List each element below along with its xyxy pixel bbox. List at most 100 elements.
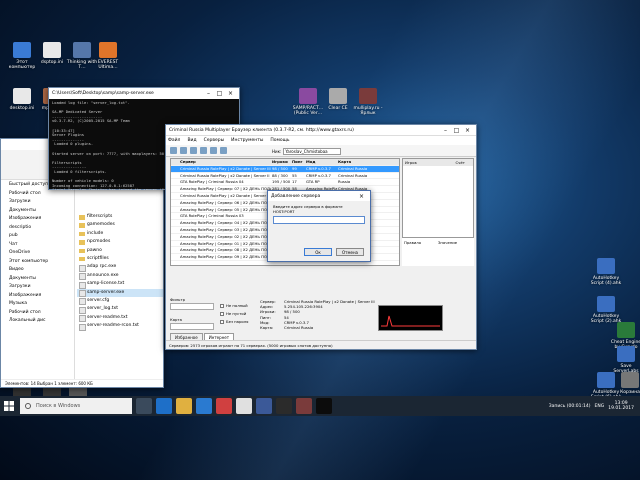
menu-item[interactable]: Вид xyxy=(187,138,196,143)
checkbox-box[interactable] xyxy=(220,303,224,308)
file-item[interactable]: scriptfiles xyxy=(77,255,163,263)
server-row[interactable]: Criminal Russia RolePlay | x2 Donate | S… xyxy=(171,173,399,180)
minimize-icon[interactable]: – xyxy=(203,90,214,97)
nickname-input[interactable]: Yaroslav_Chmistobaa xyxy=(283,147,342,155)
cancel-button[interactable]: Отмена xyxy=(336,248,364,256)
sidebar-item[interactable]: Рабочий стол xyxy=(3,309,72,318)
column-header[interactable]: Пинг xyxy=(291,159,305,165)
connect-icon[interactable] xyxy=(170,147,177,154)
filter-map-input[interactable] xyxy=(170,323,214,330)
column-header[interactable] xyxy=(171,159,179,165)
file-item[interactable]: pawno xyxy=(77,247,163,255)
sidebar-item[interactable]: Документы xyxy=(3,275,72,284)
yandex-icon[interactable] xyxy=(236,398,252,414)
column-header[interactable]: Мод xyxy=(305,159,337,165)
desktop-icon[interactable]: Корзина xyxy=(612,372,640,395)
server-row[interactable]: Criminal Russia RolePlay | x2 Donate | S… xyxy=(171,165,399,173)
explorer-icon[interactable] xyxy=(176,398,192,414)
vk-icon[interactable] xyxy=(256,398,272,414)
sidebar-item[interactable]: Локальный дис xyxy=(3,317,72,326)
server-address-input[interactable] xyxy=(273,216,365,224)
menu-bar[interactable]: Файл Вид Серверы Инструменты Помощь xyxy=(166,136,476,145)
sidebar-item[interactable]: OneDrive xyxy=(3,249,72,258)
rules-panel[interactable]: Правило Значение xyxy=(402,237,474,266)
desktop-icon[interactable]: Save ServerLabs xyxy=(608,346,640,374)
copy-icon[interactable] xyxy=(210,147,217,154)
start-button[interactable] xyxy=(0,396,18,416)
obs-icon[interactable] xyxy=(276,398,292,414)
server-row[interactable]: GTA RolePlay | Criminal Russia 04 195 / 5… xyxy=(171,179,399,187)
column-header[interactable]: Карта xyxy=(337,159,397,165)
taskbar-search[interactable]: Поиск в Windows xyxy=(20,398,132,414)
clock[interactable]: 13:09 19.01.2017 xyxy=(608,401,634,412)
store-icon[interactable] xyxy=(196,398,212,414)
sidebar-item[interactable]: Изображения xyxy=(3,215,72,224)
close-icon[interactable]: × xyxy=(225,90,236,97)
menu-item[interactable]: Файл xyxy=(168,138,180,143)
close-icon[interactable]: × xyxy=(462,127,473,134)
system-tray[interactable]: Запись (00:01:14) ENG 13:09 19.01.2017 xyxy=(549,401,640,412)
sidebar-item[interactable]: Загрузки xyxy=(3,283,72,292)
file-list[interactable]: filterscripts gamemodes include npcmodes paw… xyxy=(77,213,163,331)
file-item[interactable]: server-readme-rcon.txt xyxy=(77,322,163,331)
menu-item[interactable]: Инструменты xyxy=(231,138,263,143)
desktop-icon[interactable]: AutoHotkey Script (2).ahk xyxy=(588,296,624,324)
console-titlebar[interactable]: C:\Users\Soft\Desktop\samp\samp-server.e… xyxy=(49,88,239,99)
minimize-icon[interactable]: – xyxy=(440,127,451,134)
checkbox-box[interactable] xyxy=(220,319,224,324)
file-item[interactable]: gamemodes xyxy=(77,221,163,229)
language-indicator[interactable]: ENG xyxy=(595,404,605,409)
sidebar-item[interactable]: Изображения xyxy=(3,292,72,301)
file-item[interactable]: include xyxy=(77,230,163,238)
dialog-titlebar[interactable]: Добавление сервера × xyxy=(268,191,370,201)
samp-titlebar[interactable]: Criminal Russia Multiplayer Браузер клие… xyxy=(166,125,476,136)
edge-icon[interactable] xyxy=(156,398,172,414)
samp-icon[interactable] xyxy=(296,398,312,414)
sidebar-item[interactable]: Документы xyxy=(3,207,72,216)
sidebar-item[interactable]: Чат xyxy=(3,241,72,250)
desktop-icon[interactable]: EVEREST Ultima… xyxy=(90,42,126,70)
sidebar-item[interactable]: Видео xyxy=(3,266,72,275)
file-item[interactable]: announce.exe xyxy=(77,272,163,281)
checkbox-box[interactable] xyxy=(220,311,224,316)
server-cell xyxy=(171,234,179,240)
maximize-icon[interactable]: □ xyxy=(451,127,462,134)
filter-checkbox[interactable]: Не полный xyxy=(220,303,248,308)
file-item[interactable]: npcmodes xyxy=(77,238,163,246)
ok-button[interactable]: Ок xyxy=(304,248,332,256)
file-item[interactable]: server-readme.txt xyxy=(77,314,163,323)
file-item[interactable]: filterscripts xyxy=(77,213,163,221)
column-header[interactable]: Сервер xyxy=(179,159,271,165)
file-item[interactable]: server_log.txt xyxy=(77,305,163,315)
server-cell: GTA RP xyxy=(306,179,320,185)
file-item[interactable]: server.cfg xyxy=(77,297,163,306)
desktop-icon[interactable]: AutoHotkey Script (4).ahk xyxy=(588,258,624,286)
sidebar-item[interactable]: Этот компьютер xyxy=(3,258,72,267)
refresh-icon[interactable] xyxy=(200,147,207,154)
sidebar-item[interactable]: descriptio xyxy=(3,224,72,233)
file-item[interactable]: adap rpc.exe xyxy=(77,263,163,273)
file-item[interactable]: samp-server.exe xyxy=(77,288,163,298)
file-item[interactable]: samp-license.txt xyxy=(77,280,163,290)
maximize-icon[interactable]: □ xyxy=(214,90,225,97)
close-icon[interactable]: × xyxy=(356,193,367,200)
add-server-icon[interactable] xyxy=(180,147,187,154)
menu-item[interactable]: Серверы xyxy=(204,138,225,143)
filter-checkbox[interactable]: Без пароля xyxy=(220,319,248,324)
delete-server-icon[interactable] xyxy=(190,147,197,154)
add-server-dialog[interactable]: Добавление сервера × Введите адрес серве… xyxy=(267,190,371,262)
sidebar-item[interactable]: Загрузки xyxy=(3,198,72,207)
console-icon[interactable] xyxy=(316,398,332,414)
desktop-icon[interactable]: mulliplay.ru - Ярлык xyxy=(350,88,386,116)
filter-checkbox[interactable]: Не пустой xyxy=(220,311,246,316)
navigation-pane[interactable]: Быстрый доступ Рабочий стол Загрузки Докуме… xyxy=(1,179,75,379)
column-header[interactable]: Игроки xyxy=(271,159,291,165)
task-view-icon[interactable] xyxy=(136,398,152,414)
sidebar-item[interactable]: Рабочий стол xyxy=(3,190,72,199)
filter-mode-input[interactable] xyxy=(170,303,214,310)
menu-item[interactable]: Помощь xyxy=(270,138,289,143)
sidebar-item[interactable]: pub xyxy=(3,232,72,241)
settings-icon[interactable] xyxy=(220,147,227,154)
sidebar-item[interactable]: Музыка xyxy=(3,300,72,309)
opera-icon[interactable] xyxy=(216,398,232,414)
